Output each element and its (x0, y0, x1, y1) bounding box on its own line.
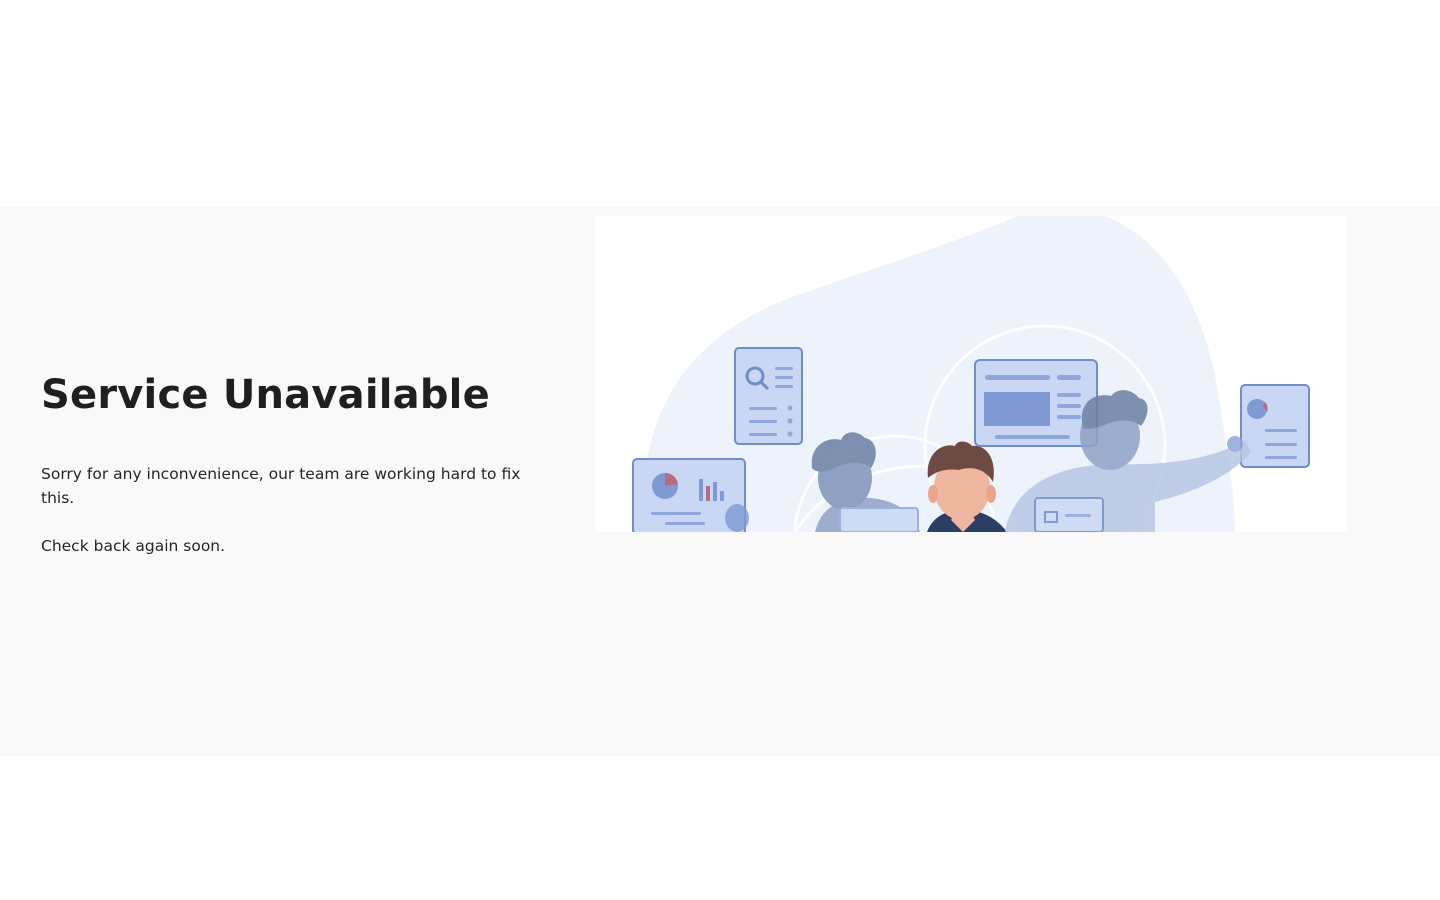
error-message: Sorry for any inconvenience, our team ar… (41, 465, 521, 507)
browser-window-icon (974, 359, 1098, 447)
followup-message: Check back again soon. (41, 537, 226, 555)
page-title: Service Unavailable (41, 372, 490, 418)
search-document-icon (734, 347, 803, 445)
hand-icon (725, 504, 749, 532)
error-text-column: Service Unavailable Sorry for any inconv… (41, 373, 531, 558)
team-working-illustration (595, 216, 1347, 532)
error-section: Service Unavailable Sorry for any inconv… (0, 207, 1440, 756)
report-card-icon (1240, 384, 1310, 468)
